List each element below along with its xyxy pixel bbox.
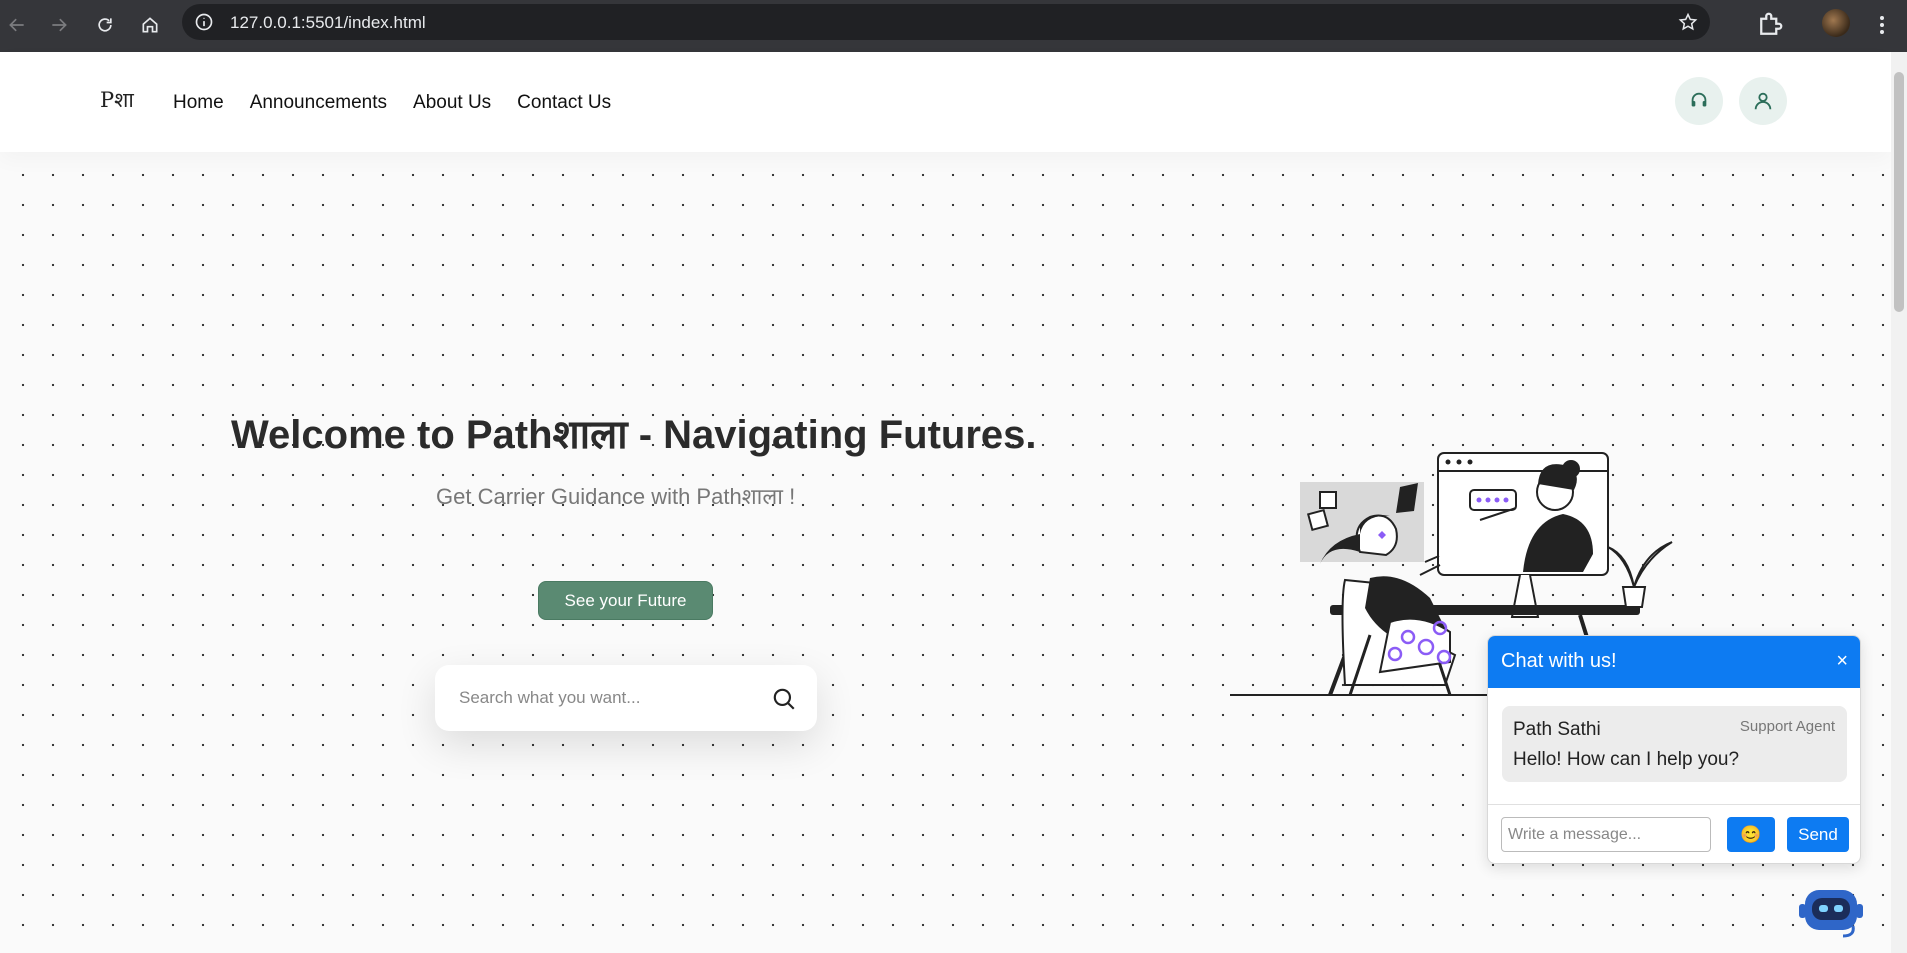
chat-header: Chat with us! × [1488, 636, 1860, 688]
main-nav: Home Announcements About Us Contact Us [173, 92, 611, 114]
page-viewport: Pशा Home Announcements About Us Contact … [0, 52, 1891, 953]
url-text[interactable]: 127.0.0.1:5501/index.html [230, 13, 426, 33]
search-input[interactable] [459, 685, 749, 711]
nav-contact-us[interactable]: Contact Us [517, 92, 611, 114]
browser-toolbar: 127.0.0.1:5501/index.html [0, 0, 1907, 52]
scrollbar-thumb[interactable] [1894, 72, 1904, 312]
chat-message-input[interactable] [1501, 817, 1711, 852]
support-button[interactable] [1675, 77, 1723, 125]
chat-title: Chat with us! [1501, 650, 1617, 672]
chat-sender-role: Support Agent [1739, 718, 1835, 735]
user-icon [1754, 92, 1772, 110]
nav-about-us[interactable]: About Us [413, 92, 491, 114]
browser-menu-icon[interactable] [1872, 10, 1892, 40]
address-bar[interactable]: 127.0.0.1:5501/index.html [182, 4, 1710, 40]
chat-message-text: Hello! How can I help you? [1513, 749, 1740, 770]
site-info-icon[interactable] [194, 12, 214, 32]
forward-icon[interactable] [44, 10, 74, 40]
headset-icon [1691, 92, 1707, 107]
nav-home[interactable]: Home [173, 92, 224, 114]
chat-message: Path Sathi Support Agent Hello! How can … [1502, 706, 1847, 782]
chat-widget: Chat with us! × Path Sathi Support Agent… [1487, 635, 1861, 864]
chatbot-launcher-icon[interactable] [1797, 882, 1865, 938]
chat-close-button[interactable]: × [1836, 650, 1848, 673]
see-your-future-button[interactable]: See your Future [538, 581, 713, 620]
search-icon[interactable] [771, 686, 797, 712]
send-button[interactable]: Send [1787, 817, 1849, 852]
emoji-button[interactable]: 😊 [1727, 817, 1775, 852]
back-icon[interactable] [2, 10, 32, 40]
account-button[interactable] [1739, 77, 1787, 125]
search-box [435, 665, 817, 731]
page-scrollbar[interactable] [1891, 52, 1907, 953]
reload-icon[interactable] [90, 10, 120, 40]
profile-avatar[interactable] [1822, 9, 1850, 37]
chat-composer: 😊 Send [1488, 804, 1860, 863]
site-logo[interactable]: Pशा [100, 86, 134, 114]
extensions-icon[interactable] [1755, 10, 1785, 40]
bookmark-star-icon[interactable] [1678, 12, 1698, 32]
site-header: Pशा Home Announcements About Us Contact … [0, 52, 1891, 152]
hero-title: Welcome to Pathशाला - Navigating Futures… [231, 413, 1037, 457]
hero-subtitle: Get Carrier Guidance with Pathशाला ! [436, 484, 796, 509]
home-icon[interactable] [135, 10, 165, 40]
nav-announcements[interactable]: Announcements [250, 92, 387, 114]
chat-sender-name: Path Sathi [1513, 719, 1601, 740]
